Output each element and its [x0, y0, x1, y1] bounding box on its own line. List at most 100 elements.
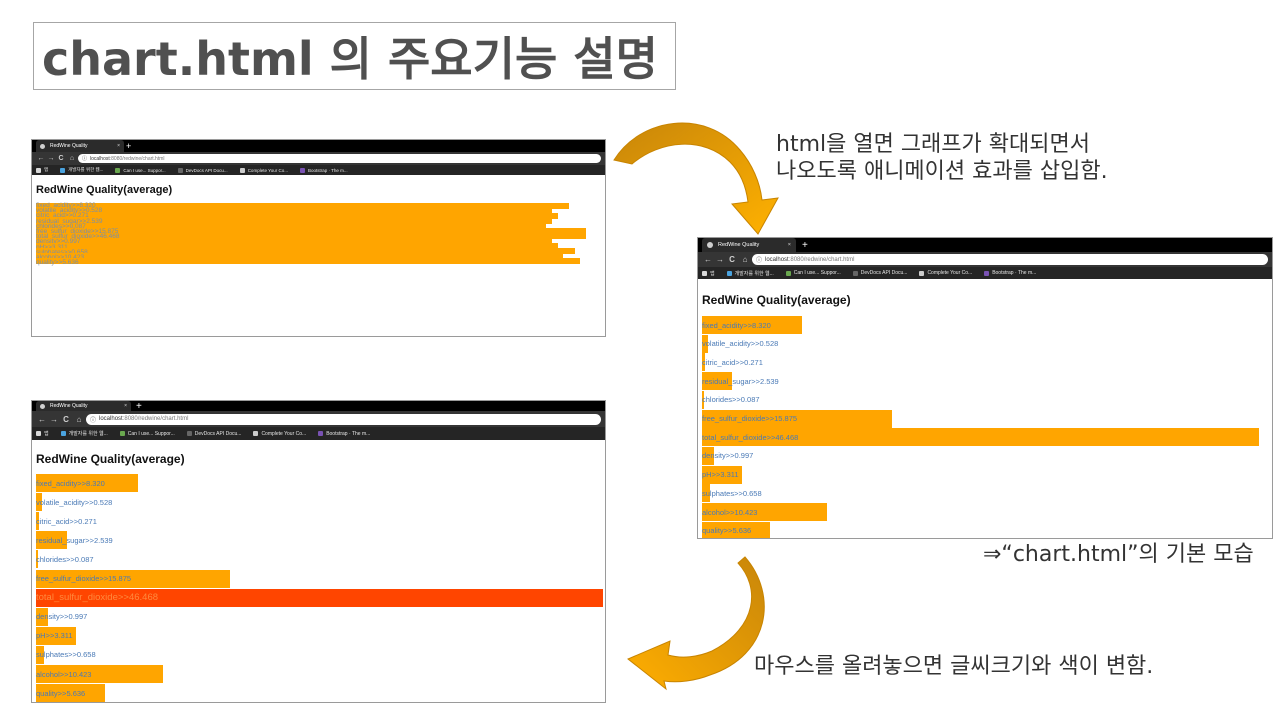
address-bar[interactable]: ⓘ localhost:8080/redwine/chart.html	[86, 413, 601, 425]
bookmark-label: Bootstrap · The m...	[326, 430, 371, 437]
bar-chart: fixed_acidity>>8.320 volatile_acidity>>0.…	[36, 474, 604, 702]
bar-label: fixed_acidity>>8.320	[702, 320, 771, 330]
bookmark-item[interactable]: Complete Your Co...	[239, 167, 288, 173]
site-info-icon[interactable]: ⓘ	[90, 415, 96, 424]
back-icon[interactable]: ←	[702, 255, 714, 264]
bar-label: total_sulfur_dioxide>>46.468	[36, 592, 159, 604]
new-tab-button[interactable]: +	[136, 401, 142, 412]
browser-tab[interactable]: RedWine Quality ×	[36, 401, 131, 411]
bookmark-favicon-icon	[119, 431, 125, 436]
bar-chart: fixed_acidity>>8.320 volatile_acidity>>0.…	[36, 202, 603, 273]
page-heading: RedWine Quality(average)	[36, 184, 173, 196]
forward-icon[interactable]: →	[46, 155, 56, 162]
apps-grid-icon	[36, 167, 41, 173]
home-icon[interactable]: ⌂	[72, 415, 86, 424]
reload-icon[interactable]: C	[56, 155, 66, 162]
bookmark-item[interactable]: 개발자를 위한 웹...	[60, 430, 108, 437]
address-bar[interactable]: ⓘ localhost:8080/redwine/chart.html	[752, 254, 1268, 265]
bookmark-label: 앱	[44, 167, 49, 172]
back-icon[interactable]: ←	[36, 155, 46, 162]
curved-arrow-down-icon	[613, 122, 779, 235]
apps-grid-icon	[702, 270, 707, 276]
new-tab-button[interactable]: +	[802, 238, 808, 252]
bookmark-label: DevDocs API Docu...	[185, 167, 228, 173]
favicon-icon	[40, 403, 45, 409]
screenshot-animation-frame: RedWine Quality × + ← → C ⌂ ⓘ localhost:…	[31, 139, 606, 337]
site-info-icon[interactable]: ⓘ	[82, 155, 87, 162]
bar-label: volatile_acidity>>0.528	[702, 339, 779, 349]
bookmark-item[interactable]: Can I use... Suppor...	[115, 167, 166, 173]
address-bar[interactable]: ⓘ localhost:8080/redwine/chart.html	[78, 154, 601, 163]
caption-default-view: ⇒“chart.html”의 기본 모습	[983, 542, 1254, 567]
bookmark-item[interactable]: DevDocs API Docu...	[186, 431, 241, 437]
bookmark-label: 개발자를 위한 웹...	[68, 167, 104, 172]
bookmark-item[interactable]: Complete Your Co...	[919, 270, 972, 276]
home-icon[interactable]: ⌂	[66, 155, 78, 162]
forward-icon[interactable]: →	[714, 255, 726, 264]
url-host: localhost	[765, 256, 789, 263]
bookmark-item[interactable]: Bootstrap · The m...	[984, 270, 1036, 276]
note-animation: html을 열면 그래프가 확대되면서 나오도록 애니메이션 효과를 삽입함.	[776, 131, 1108, 185]
bookmark-favicon-icon	[239, 167, 245, 173]
bookmark-favicon-icon	[852, 270, 858, 276]
bookmark-favicon-icon	[726, 270, 732, 276]
back-icon[interactable]: ←	[36, 415, 48, 424]
bookmark-label: Complete Your Co...	[247, 167, 288, 173]
browser-tab[interactable]: RedWine Quality ×	[36, 140, 124, 152]
forward-icon[interactable]: →	[48, 415, 60, 424]
apps-grid-icon	[36, 431, 41, 436]
bar-chart: fixed_acidity>>8.320 volatile_acidity>>0.…	[702, 316, 1267, 538]
bookmark-item[interactable]: 앱	[702, 270, 715, 277]
bar-label: quality>>5.636	[36, 688, 86, 698]
bar-label: chlorides>>0.087	[702, 395, 760, 405]
tab-bar: RedWine Quality × +	[32, 140, 605, 152]
bookmark-item[interactable]: 개발자를 위한 웹...	[726, 270, 774, 277]
tab-bar: RedWine Quality × +	[32, 401, 605, 412]
bookmark-label: Bootstrap · The m...	[992, 270, 1037, 276]
bookmarks-bar: 앱 개발자를 위한 웹... Can I use... Suppor... DevDo…	[698, 267, 1272, 279]
url-path: :8080/redwine/chart.html	[788, 256, 855, 263]
close-tab-icon[interactable]: ×	[117, 143, 120, 149]
reload-icon[interactable]: C	[60, 415, 72, 424]
bookmark-label: Can I use... Suppor...	[127, 430, 175, 437]
bookmark-item[interactable]: Complete Your Co...	[253, 431, 306, 437]
new-tab-button[interactable]: +	[126, 140, 131, 152]
bookmark-item[interactable]: Can I use... Suppor...	[785, 270, 841, 276]
tab-bar: RedWine Quality × +	[698, 238, 1272, 252]
slide-title: chart.html 의 주요기능 설명	[33, 22, 676, 90]
navigation-toolbar: ← → C ⌂ ⓘ localhost:8080/redwine/chart.h…	[32, 411, 605, 427]
bookmark-label: 개발자를 위한 웹...	[734, 270, 774, 277]
bar-quality[interactable]	[36, 258, 581, 264]
bookmark-item[interactable]: 앱	[36, 167, 48, 173]
close-tab-icon[interactable]: ×	[788, 242, 791, 248]
bookmark-label: Can I use... Suppor...	[123, 167, 166, 173]
bookmark-item[interactable]: Bootstrap · The m...	[299, 167, 348, 173]
bookmark-item[interactable]: DevDocs API Docu...	[177, 167, 228, 173]
url-path: :8080/redwine/chart.html	[109, 155, 165, 162]
url-host: localhost	[90, 155, 110, 162]
bookmark-item[interactable]: Bootstrap · The m...	[318, 431, 370, 437]
bar-label: residual_sugar>>2.539	[702, 376, 779, 386]
url-host: localhost	[99, 416, 123, 422]
bookmark-favicon-icon	[186, 431, 192, 436]
bookmarks-bar: 앱 개발자를 위한 웹... Can I use... Suppor... DevDo…	[32, 165, 605, 175]
bookmark-favicon-icon	[299, 167, 305, 173]
bookmark-item[interactable]: Can I use... Suppor...	[119, 430, 175, 437]
bar-label: density>>0.997	[36, 612, 88, 622]
reload-icon[interactable]: C	[726, 255, 738, 264]
favicon-icon	[707, 242, 713, 248]
page-heading: RedWine Quality(average)	[36, 452, 185, 466]
url-path: :8080/redwine/chart.html	[122, 416, 189, 422]
bookmark-label: 앱	[44, 431, 49, 437]
bar-label: citric_acid>>0.271	[36, 516, 97, 526]
tab-title: RedWine Quality	[718, 242, 760, 248]
browser-tab[interactable]: RedWine Quality ×	[702, 238, 796, 252]
curved-arrow-up-icon	[627, 556, 765, 691]
bookmark-item[interactable]: 앱	[36, 430, 49, 437]
bar-label: free_sulfur_dioxide>>15.875	[702, 414, 798, 423]
close-tab-icon[interactable]: ×	[124, 403, 127, 409]
bookmark-item[interactable]: 개발자를 위한 웹...	[60, 167, 103, 173]
bookmark-item[interactable]: DevDocs API Docu...	[852, 270, 907, 276]
home-icon[interactable]: ⌂	[738, 255, 752, 264]
site-info-icon[interactable]: ⓘ	[756, 255, 762, 264]
